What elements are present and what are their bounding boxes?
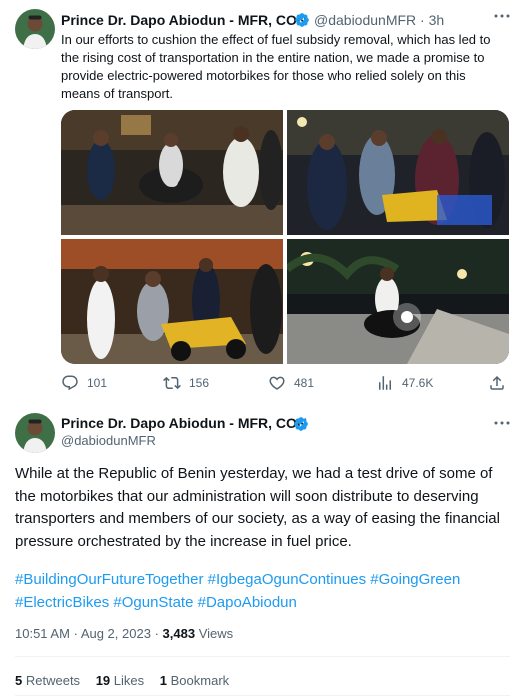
bookmarks-label: Bookmark xyxy=(170,673,230,688)
share-button[interactable] xyxy=(488,374,514,392)
tweet-date[interactable]: Aug 2, 2023 xyxy=(81,626,151,641)
views-count: 3,483 xyxy=(162,626,196,641)
verified-badge-icon xyxy=(293,416,309,432)
verified-badge-icon xyxy=(294,12,310,28)
tweet-time[interactable]: 10:51 AM xyxy=(15,626,70,641)
retweets-label: Retweets xyxy=(25,673,81,688)
views-chart-icon xyxy=(379,376,391,390)
heart-icon xyxy=(269,376,285,390)
author-handle[interactable]: @dabiodunMFR xyxy=(314,12,416,28)
hashtag-link[interactable]: #BuildingOurFutureTogether xyxy=(15,571,203,588)
author-handle-time[interactable]: @dabiodunMFR · 3h xyxy=(314,12,444,28)
media-grid xyxy=(61,110,509,364)
hashtag-link[interactable]: #DapoAbiodun xyxy=(198,594,297,611)
engagement-stats: 5 Retweets 19 Likes 1 Bookmark xyxy=(15,673,241,688)
reply-button[interactable]: 101 xyxy=(61,374,107,392)
hashtag-link[interactable]: #ElectricBikes xyxy=(15,594,109,611)
retweets-count: 5 xyxy=(15,673,23,688)
likes-count: 19 xyxy=(95,673,111,688)
tweet-meta: 10:51 AM · Aug 2, 2023 · 3,483 Views xyxy=(15,626,233,641)
separator-dot: · xyxy=(420,12,425,28)
author-name[interactable]: Prince Dr. Dapo Abiodun - MFR, CON xyxy=(61,415,307,431)
bookmarks-stat[interactable]: 1 Bookmark xyxy=(160,673,229,688)
avatar[interactable] xyxy=(15,9,55,49)
likes-stat[interactable]: 19 Likes xyxy=(96,673,144,688)
hashtag-list: #BuildingOurFutureTogether #IgbegaOgunCo… xyxy=(15,569,510,614)
views-button[interactable]: 47.6K xyxy=(376,374,433,392)
retweet-count: 156 xyxy=(189,376,210,390)
reply-count: 101 xyxy=(87,376,108,390)
author-name[interactable]: Prince Dr. Dapo Abiodun - MFR, CON xyxy=(61,12,307,28)
photo-men-on-motorbike-night[interactable] xyxy=(61,110,283,235)
tweet-time[interactable]: 3h xyxy=(429,12,445,28)
likes-label: Likes xyxy=(113,673,145,688)
hashtag-link[interactable]: #GoingGreen xyxy=(370,571,460,588)
views-count: 47.6K xyxy=(402,376,434,390)
bookmarks-count: 1 xyxy=(159,673,167,688)
hashtag-link[interactable]: #OgunState xyxy=(113,594,193,611)
separator-dot: · xyxy=(73,626,78,641)
like-count: 481 xyxy=(294,376,315,390)
retweet-icon xyxy=(163,376,181,390)
more-options-icon[interactable] xyxy=(492,7,512,25)
share-icon xyxy=(490,375,504,390)
hashtag-link[interactable]: #IgbegaOgunContinues xyxy=(208,571,366,588)
separator-dot: · xyxy=(154,626,159,641)
reply-icon xyxy=(62,375,78,391)
photo-man-seated-on-yellow-motorbike[interactable] xyxy=(61,239,283,364)
retweets-stat[interactable]: 5 Retweets xyxy=(15,673,80,688)
tweet-text: While at the Republic of Benin yesterday… xyxy=(15,465,500,550)
tweet-text: In our efforts to cushion the effect of … xyxy=(61,32,491,101)
divider xyxy=(15,656,510,657)
divider xyxy=(15,695,510,696)
views-label: Views xyxy=(198,626,234,641)
photo-men-inspecting-yellow-motorbike[interactable] xyxy=(287,110,509,235)
like-button[interactable]: 481 xyxy=(268,374,314,392)
more-options-icon[interactable] xyxy=(492,414,512,432)
retweet-button[interactable]: 156 xyxy=(163,374,209,392)
photo-rider-on-motorbike-headlight[interactable] xyxy=(287,239,509,364)
author-handle[interactable]: @dabiodunMFR xyxy=(61,433,156,448)
avatar[interactable] xyxy=(15,413,55,453)
